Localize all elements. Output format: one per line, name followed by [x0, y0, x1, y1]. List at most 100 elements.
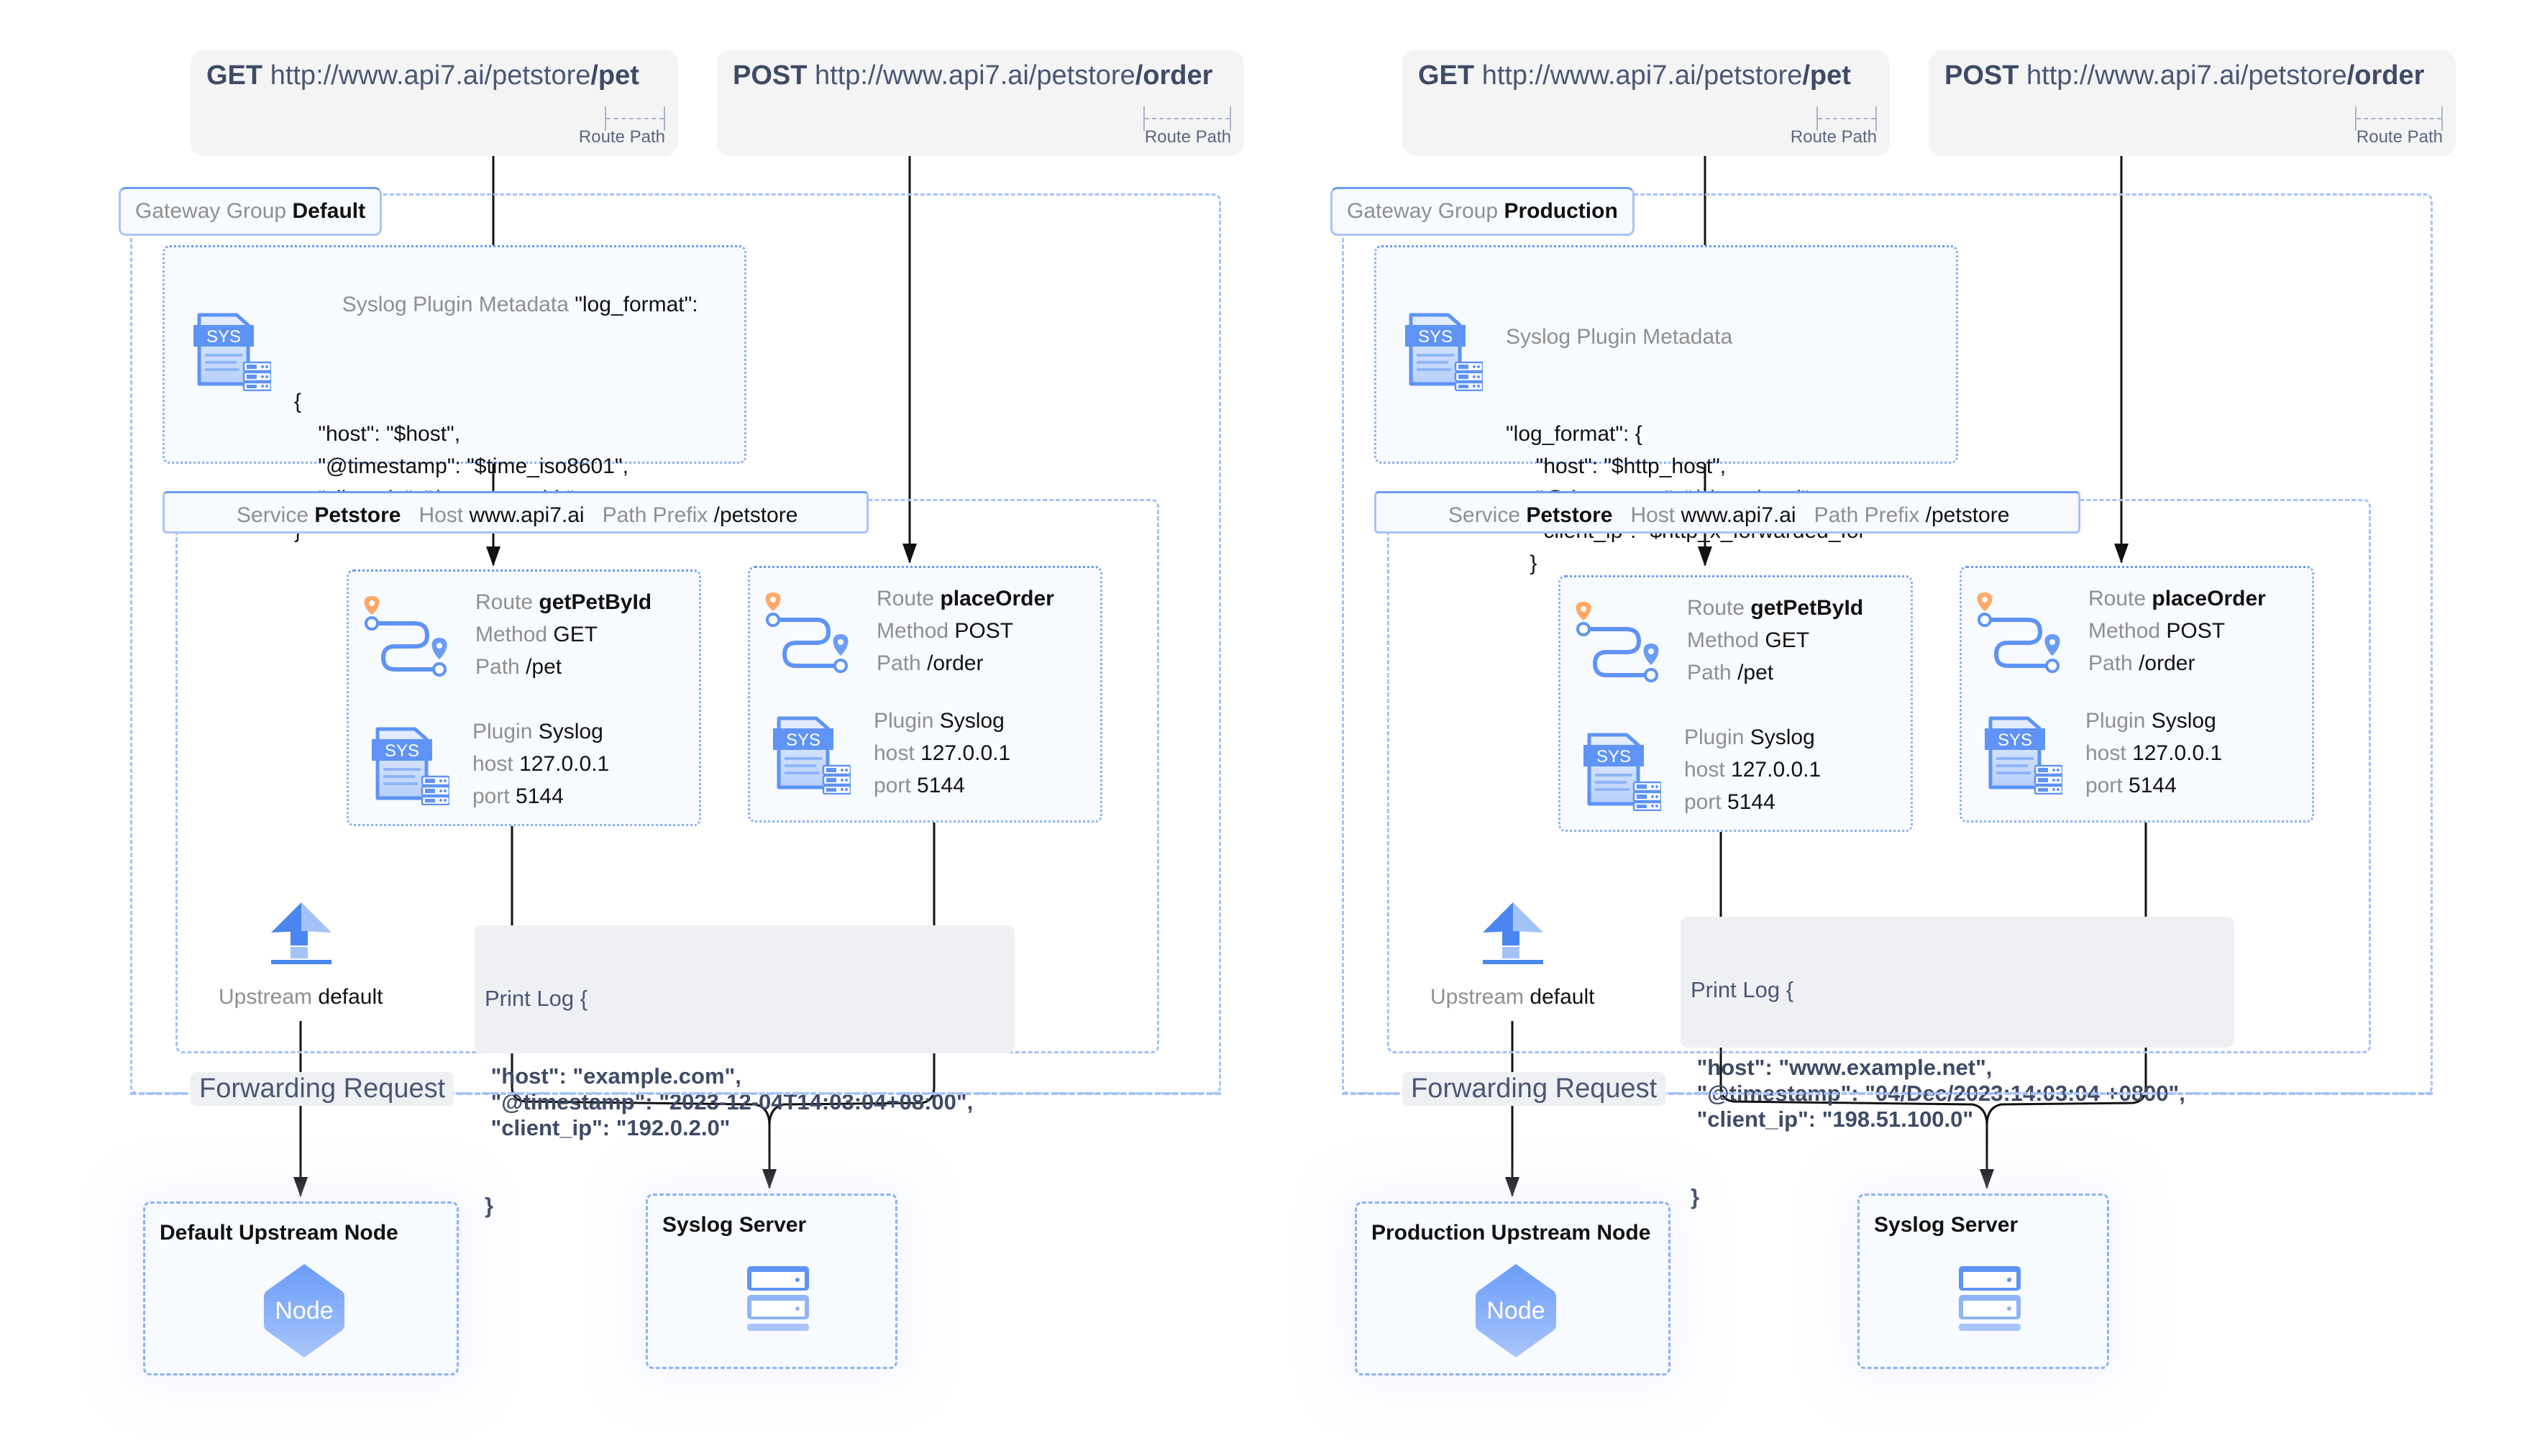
- label-text: Path: [1687, 661, 1732, 684]
- label-text: Plugin: [472, 720, 533, 743]
- metadata-line: "log_format": {: [1506, 422, 1642, 446]
- label-text: Path Prefix: [602, 503, 708, 527]
- request-get-pet[interactable]: GET http://www.api7.ai/petstore/pet Rout…: [1402, 50, 1890, 156]
- forwarding-request-label: Forwarding Request: [1402, 1072, 1666, 1106]
- svg-text:SYS: SYS: [786, 731, 820, 750]
- upstream-node-title: Default Upstream Node: [160, 1221, 398, 1245]
- route-icon: [1972, 591, 2065, 681]
- gateway-group-name: Default: [292, 199, 366, 223]
- gateway-group-name: Production: [1504, 199, 1618, 223]
- route-card-placeorder[interactable]: Route placeOrder Method POST Path /order…: [1960, 566, 2314, 823]
- http-method: POST: [1944, 60, 2019, 91]
- label-text: Upstream: [1430, 985, 1525, 1009]
- service-bar[interactable]: Service Petstore Host www.api7.ai Path P…: [1374, 491, 2080, 534]
- label-text: host: [874, 741, 915, 765]
- syslog-plugin-icon: SYS: [1983, 715, 2064, 798]
- label-text: Plugin: [874, 709, 934, 733]
- route-path: /order: [2346, 60, 2425, 91]
- metadata-title: Syslog Plugin Metadata: [1506, 325, 1733, 349]
- print-log-line: "client_ip": "192.0.2.0": [485, 1115, 731, 1140]
- request-post-order[interactable]: POST http://www.api7.ai/petstore/order R…: [1929, 50, 2456, 156]
- route-path-annotation: Route Path: [2356, 127, 2443, 147]
- print-log-line: "client_ip": "198.51.100.0": [1691, 1107, 1974, 1132]
- http-method: GET: [1418, 60, 1475, 91]
- print-log-box: Print Log { "host": "www.example.net", "…: [1681, 917, 2234, 1209]
- service-host: www.api7.ai: [1681, 503, 1796, 527]
- label-text: Service: [237, 503, 309, 527]
- route-path: /pet: [1737, 661, 1774, 684]
- request-get-pet[interactable]: GET http://www.api7.ai/petstore/pet Rout…: [191, 50, 678, 156]
- base-url: http://www.api7.ai/petstore: [270, 60, 591, 91]
- service-name: Petstore: [1526, 503, 1613, 527]
- plugin-host: 127.0.0.1: [2132, 741, 2223, 765]
- route-icon: [359, 595, 452, 684]
- plugin-metadata-box[interactable]: SYS Syslog Plugin Metadata "log_format":…: [163, 245, 746, 543]
- syslog-server-box[interactable]: Syslog Server: [1857, 1194, 2109, 1369]
- route-card-getpetbyid[interactable]: Route getPetById Method GET Path /pet SY…: [347, 569, 701, 826]
- metadata-line: "log_format":: [575, 293, 698, 316]
- plugin-metadata-box[interactable]: SYS Syslog Plugin Metadata "log_format":…: [1374, 245, 1958, 575]
- upstream-node-title: Production Upstream Node: [1371, 1221, 1651, 1245]
- upstream-node-box[interactable]: Default Upstream Node Node: [143, 1201, 459, 1375]
- label-text: Method: [2088, 619, 2161, 643]
- gateway-panel-default: GET http://www.api7.ai/petstore/pet Rout…: [0, 0, 1268, 1456]
- label-text: Path: [2088, 651, 2133, 675]
- server-icon: [747, 1266, 809, 1334]
- gateway-group-label[interactable]: Gateway Group Production: [1330, 187, 1635, 236]
- syslog-plugin-icon: SYS: [192, 312, 273, 395]
- syslog-plugin-icon: SYS: [1404, 312, 1484, 395]
- request-post-order[interactable]: POST http://www.api7.ai/petstore/order R…: [717, 50, 1244, 156]
- label-text: Route: [475, 590, 534, 614]
- service-path-prefix: /petstore: [1925, 503, 2010, 527]
- service-path-prefix: /petstore: [713, 503, 798, 527]
- server-icon: [1959, 1266, 2021, 1334]
- label-text: host: [472, 752, 513, 776]
- svg-text:SYS: SYS: [385, 741, 419, 761]
- print-log-box: Print Log { "host": "example.com", "@tim…: [475, 925, 1015, 1218]
- label-text: Path: [877, 651, 921, 675]
- route-name: placeOrder: [2152, 587, 2266, 610]
- plugin-name: Syslog: [2151, 709, 2216, 733]
- label-text: Plugin: [2085, 709, 2146, 733]
- route-path: /pet: [526, 655, 562, 679]
- print-log-title: Print Log {: [485, 986, 588, 1011]
- print-log-line: "host": "example.com",: [485, 1063, 741, 1089]
- metadata-line: {: [294, 390, 302, 413]
- route-method: POST: [954, 619, 1014, 643]
- print-log-body: "host": "example.com", "@timestamp": "20…: [485, 1063, 1005, 1141]
- service-bar[interactable]: Service Petstore Host www.api7.ai Path P…: [163, 491, 869, 534]
- upstream-name: default: [318, 985, 383, 1009]
- upstream-node-box[interactable]: Production Upstream Node Node: [1355, 1201, 1670, 1375]
- label-text: Route: [2088, 587, 2147, 610]
- plugin-host: 127.0.0.1: [1731, 758, 1821, 782]
- service-host: www.api7.ai: [469, 503, 585, 527]
- route-name: getPetById: [1750, 596, 1864, 620]
- svg-text:SYS: SYS: [1596, 747, 1631, 766]
- gateway-group-key: Gateway Group: [1347, 199, 1499, 223]
- label-text: Path: [475, 655, 520, 679]
- upstream-label[interactable]: Upstream default: [1430, 985, 1594, 1009]
- syslog-server-title: Syslog Server: [1874, 1213, 2019, 1237]
- upstream-label[interactable]: Upstream default: [219, 985, 383, 1009]
- route-icon: [760, 591, 854, 681]
- route-path: /pet: [590, 60, 639, 91]
- gateway-group-label[interactable]: Gateway Group Default: [119, 187, 383, 236]
- plugin-port: 5144: [2129, 774, 2177, 797]
- label-text: Service: [1448, 503, 1521, 527]
- label-text: Path Prefix: [1814, 503, 1920, 527]
- plugin-name: Syslog: [538, 720, 603, 743]
- label-text: Method: [877, 619, 949, 643]
- base-url: http://www.api7.ai/petstore: [815, 60, 1135, 91]
- forwarding-request-label: Forwarding Request: [191, 1072, 454, 1106]
- label-text: host: [2085, 741, 2126, 765]
- label-text: Method: [475, 623, 548, 646]
- route-name: placeOrder: [940, 587, 1054, 610]
- route-card-getpetbyid[interactable]: Route getPetById Method GET Path /pet SY…: [1558, 575, 1913, 832]
- plugin-port: 5144: [917, 774, 965, 797]
- plugin-port: 5144: [516, 784, 564, 808]
- metadata-line: "host": "$http_host",: [1506, 454, 1727, 478]
- node-hexagon-icon: Node: [1473, 1261, 1558, 1364]
- syslog-server-box[interactable]: Syslog Server: [646, 1194, 897, 1369]
- route-card-placeorder[interactable]: Route placeOrder Method POST Path /order…: [748, 566, 1102, 823]
- gateway-group-key: Gateway Group: [135, 199, 287, 223]
